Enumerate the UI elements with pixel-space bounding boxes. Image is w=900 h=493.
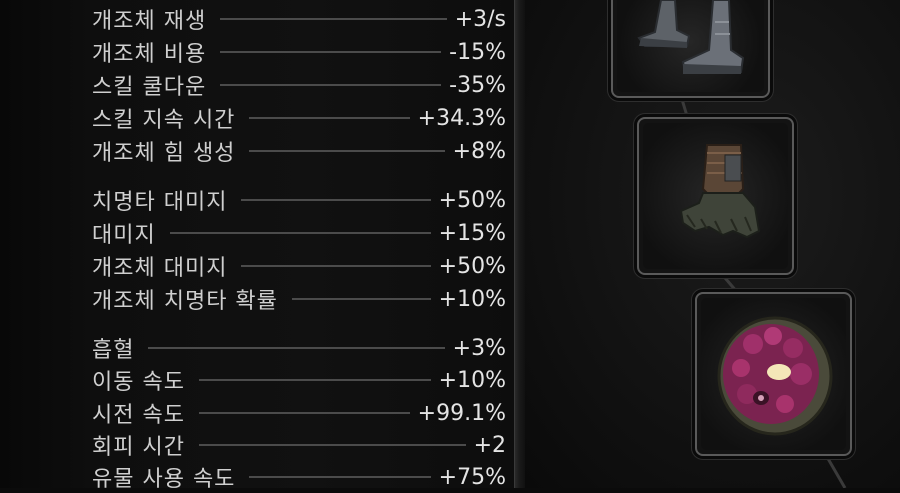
stat-name: 개조체 힘 생성 (92, 141, 236, 166)
stat-row: 개조체 대미지 +50% (92, 250, 506, 282)
stat-value: +75% (438, 464, 506, 490)
stat-value: +8% (452, 138, 506, 164)
stat-row: 개조체 재생 +3/s (92, 3, 506, 35)
stat-row: 개조체 비용 -15% (92, 36, 506, 68)
stat-name: 스킬 쿨다운 (92, 75, 207, 100)
stat-leader-line (291, 298, 431, 300)
stat-row: 치명타 대미지 +50% (92, 184, 506, 216)
stat-value: +3/s (454, 6, 506, 32)
stat-name: 개조체 치명타 확률 (92, 289, 278, 314)
stat-leader-line (241, 199, 431, 201)
stat-value: +50% (438, 187, 506, 213)
stat-leader-line (198, 412, 410, 414)
stat-value: +10% (438, 367, 506, 393)
stat-name: 유물 사용 속도 (92, 467, 236, 492)
stat-leader-line (220, 51, 442, 53)
boots-icon (637, 0, 745, 74)
stat-name: 회피 시간 (92, 435, 185, 460)
stat-row: 시전 속도 +99.1% (92, 397, 506, 429)
stat-row: 스킬 쿨다운 -35% (92, 69, 506, 101)
stat-leader-line (198, 444, 466, 446)
stat-name: 흡혈 (92, 338, 135, 363)
stat-name: 대미지 (92, 223, 156, 248)
stat-value: -15% (449, 39, 506, 65)
stat-name: 시전 속도 (92, 403, 185, 428)
stat-row: 이동 속도 +10% (92, 364, 506, 396)
stat-name: 이동 속도 (92, 370, 185, 395)
stat-name: 개조체 비용 (92, 42, 207, 67)
stat-row: 개조체 힘 생성 +8% (92, 135, 506, 167)
stat-leader-line (249, 150, 445, 152)
gloves-icon (679, 144, 761, 239)
stat-leader-line (169, 232, 431, 234)
stat-name: 치명타 대미지 (92, 190, 228, 215)
stat-row: 개조체 치명타 확률 +10% (92, 283, 506, 315)
stat-row: 흡혈 +3% (92, 332, 506, 364)
stat-value: +34.3% (417, 105, 506, 131)
stat-leader-line (220, 18, 447, 20)
stat-leader-line (148, 347, 445, 349)
stat-leader-line (220, 84, 442, 86)
stat-value: +50% (438, 253, 506, 279)
stat-row: 스킬 지속 시간 +34.3% (92, 102, 506, 134)
stat-row: 회피 시간 +2 (92, 429, 506, 461)
stat-name: 개조체 재생 (92, 9, 207, 34)
stat-value: -35% (449, 72, 506, 98)
stat-row: 유물 사용 속도 +75% (92, 461, 506, 493)
stat-leader-line (249, 117, 410, 119)
stat-value: +15% (438, 220, 506, 246)
stat-value: +3% (452, 335, 506, 361)
stat-row: 대미지 +15% (92, 217, 506, 249)
equipment-slot-boots[interactable] (611, 0, 770, 98)
stat-leader-line (241, 265, 431, 267)
stat-value: +10% (438, 286, 506, 312)
stat-value: +2 (473, 432, 506, 458)
stat-name: 개조체 대미지 (92, 256, 228, 281)
stat-value: +99.1% (417, 400, 506, 426)
stat-leader-line (198, 379, 431, 381)
stat-name: 스킬 지속 시간 (92, 108, 236, 133)
relic-orb-icon (717, 316, 833, 436)
stat-leader-line (249, 476, 431, 478)
equipment-slot-gloves[interactable] (637, 117, 794, 275)
equipment-slot-relic[interactable] (695, 292, 852, 456)
